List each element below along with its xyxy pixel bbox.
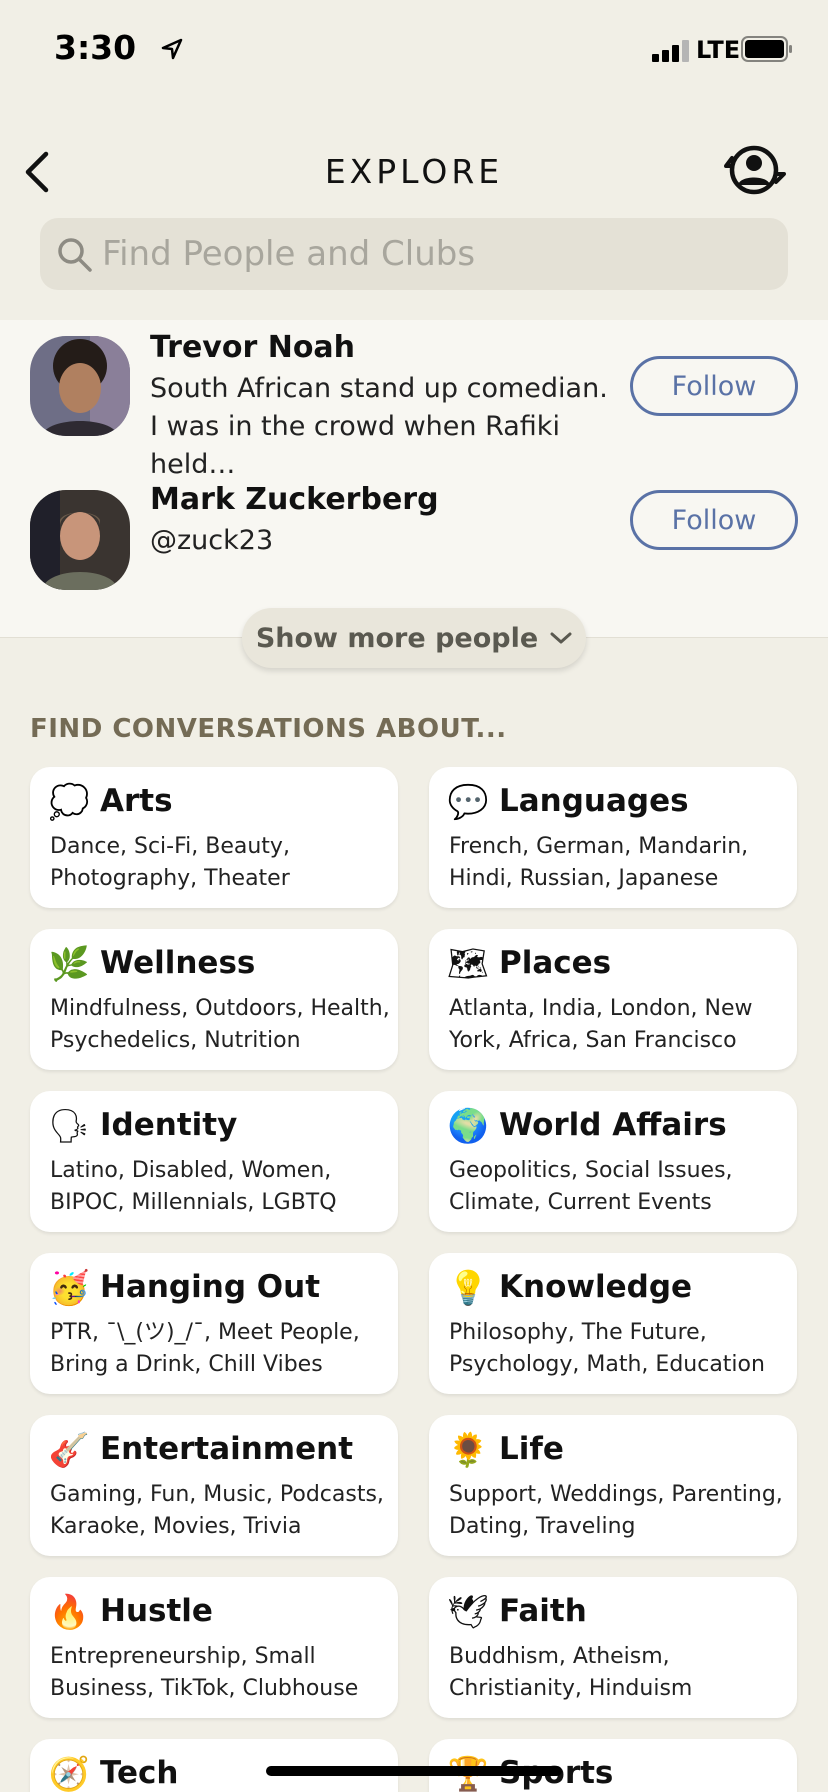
topic-card-identity[interactable]: 🗣 Identity Latino, Disabled, Women, BIPO… [30, 1091, 398, 1232]
person-name: Trevor Noah [150, 330, 356, 365]
topic-card-entertainment[interactable]: 🎸 Entertainment Gaming, Fun, Music, Podc… [30, 1415, 398, 1556]
topic-title: Life [499, 1431, 564, 1467]
topic-desc: Philosophy, The Future, Psychology, Math… [449, 1320, 765, 1377]
topic-desc: Mindfulness, Outdoors, Health, Psychedel… [50, 996, 390, 1053]
battery-icon [741, 36, 792, 62]
sunflower-icon: 🌻 [447, 1430, 489, 1469]
topic-title: Tech [100, 1755, 179, 1791]
topic-title: World Affairs [499, 1107, 727, 1143]
search-input[interactable] [102, 218, 762, 290]
topic-desc: Geopolitics, Social Issues, Climate, Cur… [449, 1158, 733, 1215]
topic-card-faith[interactable]: 🕊 Faith Buddhism, Atheism, Christianity,… [429, 1577, 797, 1718]
topic-desc: Gaming, Fun, Music, Podcasts, Karaoke, M… [50, 1482, 384, 1539]
topic-desc: PTR, ¯\_(ツ)_/¯, Meet People, Bring a Dri… [50, 1320, 360, 1377]
topic-title: Wellness [100, 945, 256, 981]
chevron-down-icon [550, 632, 572, 644]
section-title: FIND CONVERSATIONS ABOUT... [30, 714, 507, 744]
follow-button[interactable]: Follow [630, 490, 798, 550]
person-bio: South African stand up comedian. I was i… [150, 373, 608, 480]
topic-card-world-affairs[interactable]: 🌍 World Affairs Geopolitics, Social Issu… [429, 1091, 797, 1232]
topic-card-hanging-out[interactable]: 🥳 Hanging Out PTR, ¯\_(ツ)_/¯, Meet Peopl… [30, 1253, 398, 1394]
show-more-people-button[interactable]: Show more people [242, 608, 586, 668]
topic-desc: Latino, Disabled, Women, BIPOC, Millenni… [50, 1158, 337, 1215]
topic-title: Arts [100, 783, 173, 819]
search-icon [58, 238, 92, 272]
herb-icon: 🌿 [48, 944, 90, 983]
people-suggestions: Trevor Noah South African stand up comed… [0, 320, 828, 638]
topic-title: Entertainment [100, 1431, 354, 1467]
globe-icon: 🌍 [447, 1106, 489, 1145]
home-indicator[interactable] [266, 1766, 562, 1776]
page-title: EXPLORE [324, 152, 504, 191]
topic-title: Faith [499, 1593, 587, 1629]
avatar[interactable] [30, 490, 130, 590]
topic-title: Identity [100, 1107, 238, 1143]
topic-title: Hustle [100, 1593, 213, 1629]
topic-card-knowledge[interactable]: 💡 Knowledge Philosophy, The Future, Psyc… [429, 1253, 797, 1394]
dove-icon: 🕊 [447, 1592, 489, 1631]
network-label: LTE [696, 36, 741, 64]
fire-icon: 🔥 [48, 1592, 90, 1631]
speech-bubble-icon: 💬 [447, 782, 489, 821]
compass-icon: 🧭 [48, 1754, 90, 1792]
status-time: 3:30 [54, 28, 137, 67]
topic-desc: French, German, Mandarin, Hindi, Russian… [449, 834, 749, 891]
topic-title: Knowledge [499, 1269, 693, 1305]
topic-card-places[interactable]: 🗺 Places Atlanta, India, London, New Yor… [429, 929, 797, 1070]
signal-icon [652, 38, 690, 62]
speaking-head-icon: 🗣 [48, 1106, 90, 1145]
person-name: Mark Zuckerberg [150, 482, 439, 517]
topic-card-life[interactable]: 🌻 Life Support, Weddings, Parenting, Dat… [429, 1415, 797, 1556]
topic-card-languages[interactable]: 💬 Languages French, German, Mandarin, Hi… [429, 767, 797, 908]
thought-bubble-icon: 💭 [48, 782, 90, 821]
person-handle: @zuck23 [150, 525, 274, 556]
topic-desc: Support, Weddings, Parenting, Dating, Tr… [449, 1482, 783, 1539]
follow-button[interactable]: Follow [630, 356, 798, 416]
topic-card-hustle[interactable]: 🔥 Hustle Entrepreneurship, Small Busines… [30, 1577, 398, 1718]
world-map-icon: 🗺 [447, 944, 489, 983]
location-arrow-icon [161, 38, 183, 60]
topic-desc: Buddhism, Atheism, Christianity, Hinduis… [449, 1644, 693, 1701]
topic-title: Languages [499, 783, 689, 819]
topic-desc: Entrepreneurship, Small Business, TikTok… [50, 1644, 359, 1701]
invite-user-icon[interactable] [724, 140, 788, 200]
show-more-label: Show more people [255, 622, 539, 654]
avatar[interactable] [30, 336, 130, 436]
topic-title: Places [499, 945, 612, 981]
guitar-icon: 🎸 [48, 1430, 90, 1469]
topic-title: Hanging Out [100, 1269, 321, 1305]
party-face-icon: 🥳 [48, 1268, 90, 1307]
topic-card-arts[interactable]: 💭 Arts Dance, Sci-Fi, Beauty, Photograph… [30, 767, 398, 908]
topic-desc: Atlanta, India, London, New York, Africa… [449, 996, 753, 1053]
search-bar[interactable] [40, 218, 788, 290]
topic-desc: Dance, Sci-Fi, Beauty, Photography, Thea… [50, 834, 290, 891]
status-bar: 3:30 LTE [0, 0, 828, 100]
light-bulb-icon: 💡 [447, 1268, 489, 1307]
topic-card-wellness[interactable]: 🌿 Wellness Mindfulness, Outdoors, Health… [30, 929, 398, 1070]
